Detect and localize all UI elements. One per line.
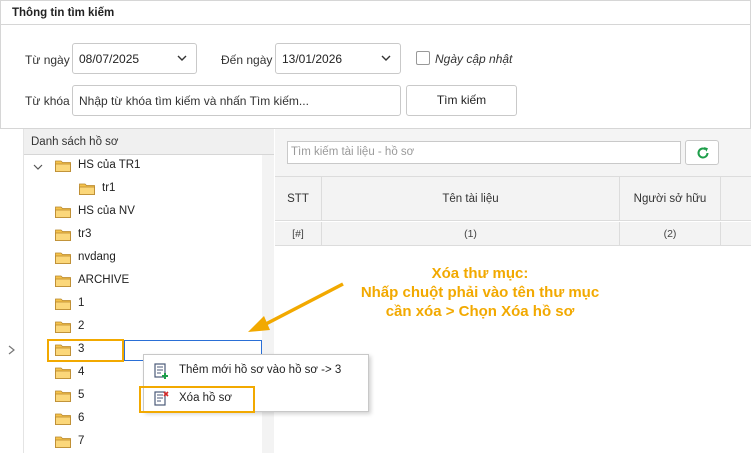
column-index-stt: [#] — [275, 222, 322, 246]
search-button[interactable]: Tìm kiếm — [406, 85, 517, 116]
keyword-label: Từ khóa — [25, 94, 70, 108]
document-search-input[interactable]: Tìm kiếm tài liệu - hồ sơ — [287, 141, 681, 164]
tree-item[interactable]: HS của NV — [24, 201, 262, 224]
tree-item-label: ARCHIVE — [78, 274, 130, 286]
instruction-annotation: Xóa thư mục: Nhấp chuột phải vào tên thư… — [330, 264, 630, 321]
tree-item-label: HS của NV — [78, 205, 135, 217]
annotation-arrow-icon — [248, 282, 344, 332]
row-indicator-gutter — [0, 129, 24, 453]
selected-folder-highlight — [47, 339, 124, 362]
column-header-document-name[interactable]: Tên tài liệu — [322, 177, 620, 221]
folder-icon — [55, 412, 71, 425]
column-index-document-name: (1) — [322, 222, 620, 246]
tree-item[interactable]: nvdang — [24, 247, 262, 270]
tree-item-label: 1 — [78, 297, 85, 309]
column-index-filler — [721, 222, 751, 246]
annotation-line-1: Xóa thư mục: — [431, 265, 529, 282]
tree-item-label: 6 — [78, 412, 85, 424]
tree-item[interactable]: ARCHIVE — [24, 270, 262, 293]
chevron-down-icon — [177, 55, 187, 61]
tree-item[interactable]: 1 — [24, 293, 262, 316]
folder-icon — [79, 182, 95, 195]
keyword-input[interactable]: Nhập từ khóa tìm kiếm và nhấn Tìm kiếm..… — [72, 85, 401, 116]
column-header-stt[interactable]: STT — [275, 177, 322, 221]
folder-icon — [55, 205, 71, 218]
folder-icon — [55, 435, 71, 448]
folder-icon — [55, 297, 71, 310]
tree-item-label: 4 — [78, 366, 85, 378]
tree-item[interactable]: tr3 — [24, 224, 262, 247]
folder-icon — [55, 366, 71, 379]
tree-item-label: nvdang — [78, 251, 116, 263]
folder-icon — [55, 159, 71, 172]
folder-icon — [55, 389, 71, 402]
add-document-icon — [154, 363, 168, 379]
tree-item-label: 5 — [78, 389, 85, 401]
search-panel: Thông tin tìm kiếm Từ ngày 08/07/2025 Đế… — [0, 0, 751, 129]
tree-item[interactable]: 2 — [24, 316, 262, 339]
tree-item-label: 7 — [78, 435, 85, 447]
tree-item-label: HS của TR1 — [78, 159, 141, 171]
update-date-checkbox[interactable] — [416, 51, 430, 65]
refresh-icon — [697, 147, 709, 159]
folder-icon — [55, 274, 71, 287]
folder-icon — [55, 228, 71, 241]
tree-item[interactable]: HS của TR1 — [24, 155, 262, 178]
folder-icon — [55, 320, 71, 333]
tree-item[interactable]: 7 — [24, 431, 262, 453]
chevron-down-icon[interactable] — [33, 161, 43, 171]
refresh-button[interactable] — [685, 140, 719, 165]
tree-header: Danh sách hồ sơ — [24, 129, 274, 155]
column-header-filler — [721, 177, 751, 221]
folder-icon — [55, 251, 71, 264]
tree-item-label: tr3 — [78, 228, 92, 240]
tree-item[interactable]: tr1 — [24, 178, 262, 201]
context-menu-add-folder[interactable]: Thêm mới hồ sơ vào hồ sơ -> 3 — [144, 358, 368, 384]
update-date-label: Ngày cập nhật — [435, 52, 513, 66]
delete-option-highlight — [139, 386, 255, 413]
annotation-line-2: Nhấp chuột phải vào tên thư mục — [360, 284, 600, 301]
search-panel-title: Thông tin tìm kiếm — [1, 1, 750, 25]
context-menu-add-folder-label: Thêm mới hồ sơ vào hồ sơ -> 3 — [179, 364, 342, 376]
annotation-line-3: cần xóa > Chọn Xóa hồ sơ — [385, 303, 575, 320]
to-date-select[interactable]: 13/01/2026 — [275, 43, 401, 74]
document-toolbar: Tìm kiếm tài liệu - hồ sơ — [275, 129, 751, 177]
tree-item-label: 2 — [78, 320, 85, 332]
to-date-value: 13/01/2026 — [282, 52, 343, 66]
current-row-pointer-icon — [8, 345, 15, 355]
column-header-owner[interactable]: Người sở hữu — [620, 177, 721, 221]
chevron-down-icon — [381, 55, 391, 61]
from-date-value: 08/07/2025 — [79, 52, 140, 66]
column-index-owner: (2) — [620, 222, 721, 246]
tree-item-label: tr1 — [102, 182, 116, 194]
from-date-select[interactable]: 08/07/2025 — [72, 43, 197, 74]
from-date-label: Từ ngày — [25, 53, 70, 67]
to-date-label: Đến ngày — [221, 53, 273, 67]
